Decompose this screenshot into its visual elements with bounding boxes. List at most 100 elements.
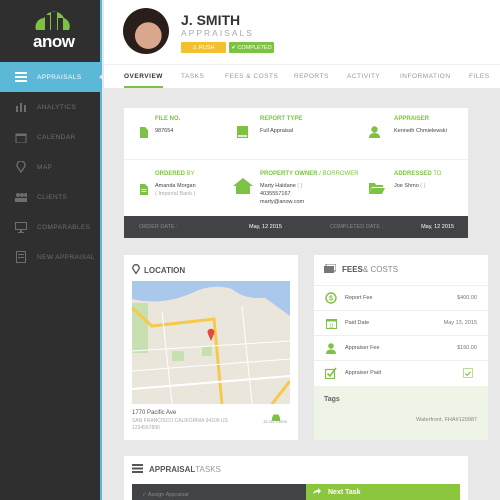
appraiser-value: Kenneth Chmielewski xyxy=(394,128,447,134)
fee-row-appraiser-paid: Appraiser Paid xyxy=(314,360,488,385)
order-date-label: ORDER DATE : xyxy=(139,224,178,230)
house-icon xyxy=(233,178,253,199)
property-owner-field: Property Owner / Borrower Marty Haldane … xyxy=(260,171,359,206)
sidebar-item-label: Appraisals xyxy=(37,73,82,81)
profile-header: J. SMITH APPRAISALS ⚠ RUSH ✔ COMPLETED O… xyxy=(104,0,500,88)
tab-files[interactable]: Files xyxy=(469,65,490,87)
ordered-by-name: Amanda Morgan xyxy=(155,183,196,189)
map-pin-icon xyxy=(15,161,27,173)
logo[interactable]: anow xyxy=(0,0,102,62)
tags-section: Tags Waterfront, FHA#120987 xyxy=(314,386,488,440)
form-icon xyxy=(15,251,27,263)
map-pin-icon xyxy=(132,264,140,276)
location-address: 1770 Pacific Ave xyxy=(132,410,177,416)
current-task[interactable]: ✓ Assign Appraisal xyxy=(132,484,306,500)
svg-text:11: 11 xyxy=(328,323,333,329)
file-icon xyxy=(140,125,148,143)
document-icon xyxy=(140,182,148,200)
report-type-label: Report Type xyxy=(260,116,303,122)
completed-date-label: COMPLETED DATE : xyxy=(330,224,384,230)
tab-activity[interactable]: Activity xyxy=(347,65,380,87)
person-icon xyxy=(369,125,380,143)
tasks-title: APPRAISAL xyxy=(149,465,196,474)
calendar-icon xyxy=(15,131,27,143)
book-icon xyxy=(237,125,248,143)
next-task-button[interactable]: Next Task xyxy=(306,484,460,500)
addressed-to-field: Addressed To Joe Shmo ( ) xyxy=(394,171,442,189)
logo-text: anow xyxy=(33,32,75,51)
list-icon xyxy=(132,464,143,475)
fee-row-report-fee: $ Report Fee $400.00 xyxy=(314,285,488,310)
location-map[interactable] xyxy=(132,281,290,404)
order-date-value: May, 12 2015 xyxy=(249,224,282,230)
tab-information[interactable]: Information xyxy=(400,65,451,87)
location-phone: 1234567890 xyxy=(132,425,160,431)
sidebar-item-map[interactable]: Map xyxy=(0,152,102,182)
tab-reports[interactable]: Reports xyxy=(294,65,329,87)
ordered-by-label: Ordered xyxy=(155,171,186,177)
property-owner-email[interactable]: marty@anow.com xyxy=(260,198,359,206)
sidebar-item-label: Map xyxy=(37,163,53,171)
tab-overview[interactable]: Overview xyxy=(124,65,163,88)
users-icon xyxy=(15,191,27,203)
location-card: LOCATION 1770 Pacific Ave SAN FRANCISCO … xyxy=(124,255,298,440)
money-icon xyxy=(324,263,337,275)
fee-row-paid-date: 11 Paid Date May 13, 2015 xyxy=(314,310,488,335)
appraiser-field: Appraiser Kenneth Chmielewski xyxy=(394,116,447,135)
sidebar-item-calendar[interactable]: Calendar xyxy=(0,122,102,152)
tab-tasks[interactable]: Tasks xyxy=(181,65,204,87)
report-type-field: Report Type Full Appraisal xyxy=(260,116,302,135)
sidebar: anow Appraisals Analytics Calendar Map C… xyxy=(0,0,104,500)
tags-label: Tags xyxy=(324,396,340,403)
sidebar-nav: Appraisals Analytics Calendar Map Client… xyxy=(0,62,104,272)
sidebar-item-label: Clients xyxy=(37,193,68,201)
ordered-by-field: Ordered By Amanda Morgan( Imperial Bank … xyxy=(155,171,196,197)
checkbox-checked-icon xyxy=(325,367,337,379)
file-no-field: File No. 987654 xyxy=(155,116,180,135)
fee-row-appraiser-fee: Appraiser Fee $150.00 xyxy=(314,335,488,360)
tags-value[interactable]: Waterfront, FHA#120987 xyxy=(416,417,477,423)
person-icon xyxy=(325,342,337,354)
property-owner-phone: 4035557167 xyxy=(260,191,291,197)
file-no-label: File No. xyxy=(155,116,181,122)
ordered-by-company: ( Imperial Bank ) xyxy=(155,191,196,197)
share-arrow-icon xyxy=(313,488,321,496)
tab-fees-costs[interactable]: Fees & Costs xyxy=(225,65,278,87)
property-owner-name: Marty Haldane xyxy=(260,183,296,189)
map-graphic xyxy=(132,281,290,404)
appraisal-tasks-card: APPRAISAL TASKS ✓ Assign Appraisal Next … xyxy=(124,456,468,500)
file-no-value: 987654 xyxy=(155,128,174,134)
appraiser-label: Appraiser xyxy=(394,116,430,122)
rush-badge[interactable]: ⚠ RUSH xyxy=(181,42,226,53)
cloud-building-logo-icon xyxy=(35,11,70,30)
monitor-icon xyxy=(15,221,27,233)
date-bar: ORDER DATE : May, 12 2015 COMPLETED DATE… xyxy=(124,216,468,238)
property-owner-label: Property Owner xyxy=(260,171,318,177)
location-city: SAN FRANCISCO CALIFORNIA 94109 US xyxy=(132,418,228,424)
sidebar-item-label: Analytics xyxy=(37,103,77,111)
appraiser-paid-checkbox[interactable] xyxy=(463,368,473,378)
completed-date-value: May, 12 2015 xyxy=(421,224,454,230)
profile-name: J. SMITH xyxy=(181,12,241,28)
sidebar-item-label: Comparables xyxy=(37,223,91,231)
calendar-icon: 11 xyxy=(325,317,337,329)
sidebar-item-label: Calendar xyxy=(37,133,76,141)
report-type-value: Full Appraisal xyxy=(260,128,294,134)
appraisal-info-card: File No. 987654 Report Type Full Apprais… xyxy=(124,108,468,238)
dollar-icon: $ xyxy=(325,292,337,304)
sidebar-item-clients[interactable]: Clients xyxy=(0,182,102,212)
sidebar-item-label: New Appraisal xyxy=(37,253,95,261)
sidebar-item-new-appraisal[interactable]: New Appraisal xyxy=(0,242,102,272)
sidebar-item-appraisals[interactable]: Appraisals xyxy=(0,62,104,92)
fees-costs-card: FEES & COSTS $ Report Fee $400.00 11 Pai… xyxy=(314,255,488,440)
folder-icon xyxy=(369,181,385,199)
completed-badge[interactable]: ✔ COMPLETED xyxy=(229,42,274,53)
list-icon xyxy=(15,71,27,83)
divider xyxy=(124,159,468,160)
sidebar-item-analytics[interactable]: Analytics xyxy=(0,92,102,122)
profile-subtitle: APPRAISALS xyxy=(181,28,254,38)
sidebar-item-comparables[interactable]: Comparables xyxy=(0,212,102,242)
svg-text:$: $ xyxy=(329,296,333,303)
fees-title: FEES xyxy=(342,265,363,274)
location-distance: 11.82 miles xyxy=(263,420,288,425)
